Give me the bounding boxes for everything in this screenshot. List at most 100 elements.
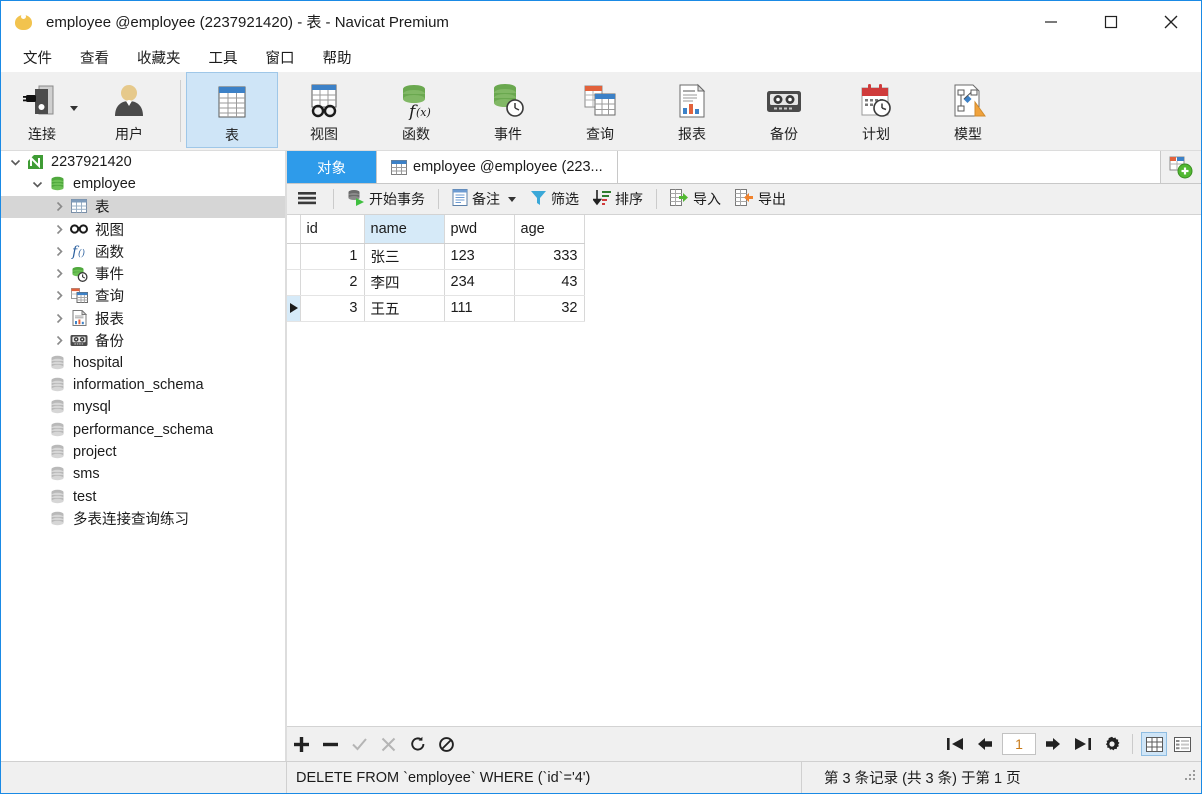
row-indicator[interactable] — [287, 243, 301, 270]
tree-node[interactable]: 视图 — [1, 218, 285, 240]
filter-button[interactable]: 筛选 — [523, 186, 586, 213]
close-icon[interactable] — [1141, 1, 1201, 42]
tree-node[interactable]: 查询 — [1, 285, 285, 307]
cell-pwd[interactable]: 234 — [444, 269, 515, 296]
refresh-button[interactable] — [403, 730, 432, 759]
data-grid[interactable]: id name pwd age 1 张三 123 333 2 李四 234 43 3 王五 111 3… — [287, 215, 1201, 726]
previous-page-button[interactable] — [970, 730, 999, 759]
stop-button[interactable] — [432, 730, 461, 759]
cell-age[interactable]: 43 — [514, 269, 585, 296]
menu-file[interactable]: 文件 — [9, 44, 66, 71]
cell-pwd[interactable]: 123 — [444, 243, 515, 270]
menu-favorites[interactable]: 收藏夹 — [123, 44, 195, 71]
toolbar-button-event[interactable]: 事件 — [462, 72, 554, 148]
gear-icon[interactable] — [1097, 730, 1126, 759]
chevron-right-icon[interactable] — [49, 268, 69, 279]
cell-id[interactable]: 3 — [300, 295, 365, 322]
chevron-right-icon[interactable] — [49, 335, 69, 346]
tree-node[interactable]: mysql — [1, 396, 285, 418]
menu-view[interactable]: 查看 — [66, 44, 123, 71]
toolbar-button-view[interactable]: 视图 — [278, 72, 370, 148]
menu-help[interactable]: 帮助 — [309, 44, 366, 71]
grid-menu-button[interactable] — [287, 186, 327, 213]
begin-transaction-button[interactable]: 开始事务 — [340, 186, 432, 213]
row-indicator[interactable] — [287, 269, 301, 296]
tree-node[interactable]: test — [1, 485, 285, 507]
resize-grip-icon[interactable] — [1183, 768, 1201, 787]
chevron-down-icon[interactable] — [27, 179, 47, 190]
first-page-button[interactable] — [941, 730, 970, 759]
cell-name[interactable]: 李四 — [364, 269, 445, 296]
tree-node[interactable]: 备份 — [1, 329, 285, 351]
last-page-button[interactable] — [1068, 730, 1097, 759]
apply-change-button[interactable] — [345, 730, 374, 759]
chevron-right-icon[interactable] — [49, 224, 69, 235]
minimize-icon[interactable] — [1021, 1, 1081, 42]
menu-window[interactable]: 窗口 — [252, 44, 309, 71]
object-tree-sidebar[interactable]: 2237921420 employee 表视图 f() 函数 事件 查询 报表 备份 hospit… — [1, 151, 285, 761]
current-row-indicator[interactable] — [287, 295, 301, 322]
tree-node-label: 表 — [95, 200, 110, 217]
tree-node[interactable]: performance_schema — [1, 419, 285, 441]
tree-node[interactable]: project — [1, 441, 285, 463]
tab-objects[interactable]: 对象 — [287, 151, 377, 183]
tree-node[interactable]: 事件 — [1, 262, 285, 284]
cell-name[interactable]: 张三 — [364, 243, 445, 270]
chevron-down-icon[interactable] — [5, 157, 25, 168]
cancel-change-button[interactable] — [374, 730, 403, 759]
toolbar-button-table[interactable]: 表 — [186, 72, 278, 148]
tab-employee-table[interactable]: employee @employee (223... — [377, 151, 618, 183]
toolbar-button-schedule[interactable]: 计划 — [830, 72, 922, 148]
maximize-icon[interactable] — [1081, 1, 1141, 42]
column-header-name[interactable]: name — [364, 215, 445, 244]
tree-node[interactable]: hospital — [1, 352, 285, 374]
column-header-id[interactable]: id — [300, 215, 365, 244]
tree-node[interactable]: 2237921420 — [1, 151, 285, 173]
column-header-age[interactable]: age — [514, 215, 585, 244]
cell-pwd[interactable]: 111 — [444, 295, 515, 322]
toolbar-button-user[interactable]: 用户 — [83, 72, 175, 148]
toolbar-button-query[interactable]: 查询 — [554, 72, 646, 148]
menu-tools[interactable]: 工具 — [195, 44, 252, 71]
sort-button[interactable]: 排序 — [586, 186, 650, 213]
tree-node[interactable]: employee — [1, 173, 285, 195]
next-page-button[interactable] — [1039, 730, 1068, 759]
toolbar-button-model[interactable]: 模型 — [922, 72, 1014, 148]
page-number-input[interactable]: 1 — [1002, 733, 1036, 755]
add-record-button[interactable] — [287, 730, 316, 759]
tree-node[interactable]: f() 函数 — [1, 240, 285, 262]
cell-age[interactable]: 333 — [514, 243, 585, 270]
table-row[interactable]: 2 李四 234 43 — [287, 269, 585, 296]
toolbar-button-function[interactable]: f (x) 函数 — [370, 72, 462, 148]
chevron-right-icon[interactable] — [49, 246, 69, 257]
cell-id[interactable]: 2 — [300, 269, 365, 296]
tree-node[interactable]: sms — [1, 463, 285, 485]
chevron-right-icon[interactable] — [49, 313, 69, 324]
delete-record-button[interactable] — [316, 730, 345, 759]
chevron-right-icon[interactable] — [49, 201, 69, 212]
column-header-pwd[interactable]: pwd — [444, 215, 515, 244]
toolbar-button-report[interactable]: 报表 — [646, 72, 738, 148]
table-row[interactable]: 1 张三 123 333 — [287, 243, 585, 270]
cell-name[interactable]: 王五 — [364, 295, 445, 322]
toolbar-button-backup[interactable]: 备份 — [738, 72, 830, 148]
tree-node[interactable]: information_schema — [1, 374, 285, 396]
toolbar-button-connection[interactable]: 连接 — [1, 72, 83, 148]
chevron-right-icon[interactable] — [49, 290, 69, 301]
tree-node[interactable]: 多表连接查询练习 — [1, 508, 285, 530]
tree-node[interactable]: 表 — [1, 195, 285, 218]
cell-age[interactable]: 32 — [514, 295, 585, 322]
table-row[interactable]: 3 王五 111 32 — [287, 295, 585, 322]
grid-view-button[interactable] — [1141, 732, 1167, 756]
status-bar: DELETE FROM `employee` WHERE (`id`='4') … — [1, 761, 1201, 793]
export-button[interactable]: 导出 — [728, 186, 793, 213]
note-button[interactable]: 备注 — [445, 186, 523, 213]
tree-node[interactable]: 报表 — [1, 307, 285, 329]
form-view-button[interactable] — [1169, 732, 1195, 756]
tree-node-label: sms — [73, 466, 100, 483]
chevron-down-icon[interactable] — [508, 196, 516, 202]
cell-id[interactable]: 1 — [300, 243, 365, 270]
chevron-down-icon[interactable] — [70, 106, 78, 111]
new-object-icon[interactable] — [1161, 151, 1201, 183]
import-button[interactable]: 导入 — [663, 186, 728, 213]
